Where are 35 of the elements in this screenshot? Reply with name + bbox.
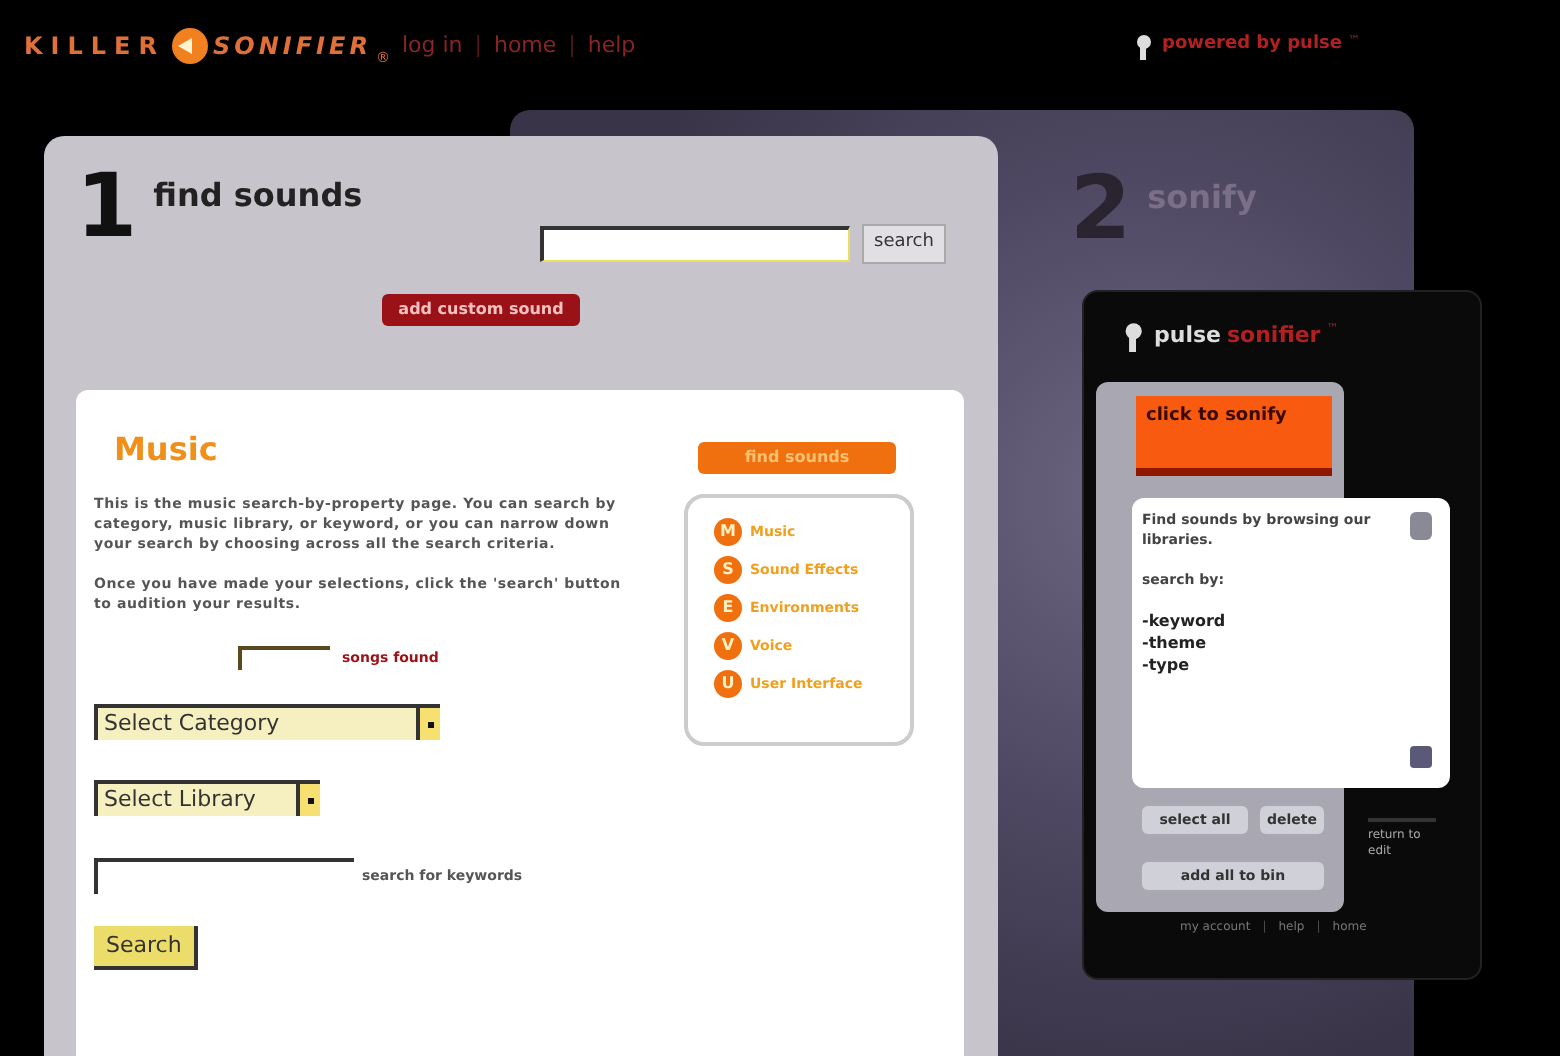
- category-badge[interactable]: V: [714, 632, 742, 660]
- brand-text: sonifier: [1226, 320, 1321, 352]
- nav-link[interactable]: log in: [401, 29, 463, 63]
- step-number: 1: [76, 164, 138, 252]
- library-select[interactable]: Select Library: [94, 780, 320, 816]
- pulse-icon: [1124, 321, 1148, 352]
- search-option: -type: [1142, 654, 1410, 676]
- category-select[interactable]: Select Category: [94, 704, 440, 740]
- category-badge[interactable]: U: [714, 670, 742, 698]
- find-sounds-button[interactable]: find sounds: [698, 442, 896, 474]
- category-badge[interactable]: E: [714, 594, 742, 622]
- add-custom-sound-button[interactable]: add custom sound: [382, 293, 580, 325]
- category-badge[interactable]: S: [714, 556, 742, 584]
- step-title: find sounds: [153, 174, 363, 218]
- powered-by-text: powered by pulse: [1162, 32, 1342, 59]
- separator: |: [472, 29, 484, 62]
- brand-text: pulse: [1154, 320, 1221, 352]
- logo-text: KILLER: [24, 30, 165, 64]
- logo-text: SONIFIER: [213, 30, 372, 64]
- step-number: 2: [1070, 166, 1132, 254]
- search-button[interactable]: search: [862, 224, 946, 263]
- search-option: -keyword: [1142, 610, 1410, 632]
- search-option: -theme: [1142, 632, 1410, 654]
- section-title: Music: [114, 428, 220, 472]
- separator: |: [566, 29, 578, 62]
- search-field[interactable]: [540, 225, 850, 262]
- nav-link[interactable]: help: [587, 29, 636, 63]
- search-button[interactable]: Search: [94, 926, 198, 970]
- click-to-sonify-button[interactable]: click to sonify: [1136, 396, 1332, 476]
- orb-icon: [169, 26, 209, 66]
- category-badge[interactable]: M: [714, 518, 742, 546]
- pulse-icon: [1136, 33, 1156, 59]
- nav-link[interactable]: home: [493, 29, 557, 63]
- scrollbar-icon: [1410, 746, 1432, 768]
- scrollbar-icon: [1410, 512, 1432, 540]
